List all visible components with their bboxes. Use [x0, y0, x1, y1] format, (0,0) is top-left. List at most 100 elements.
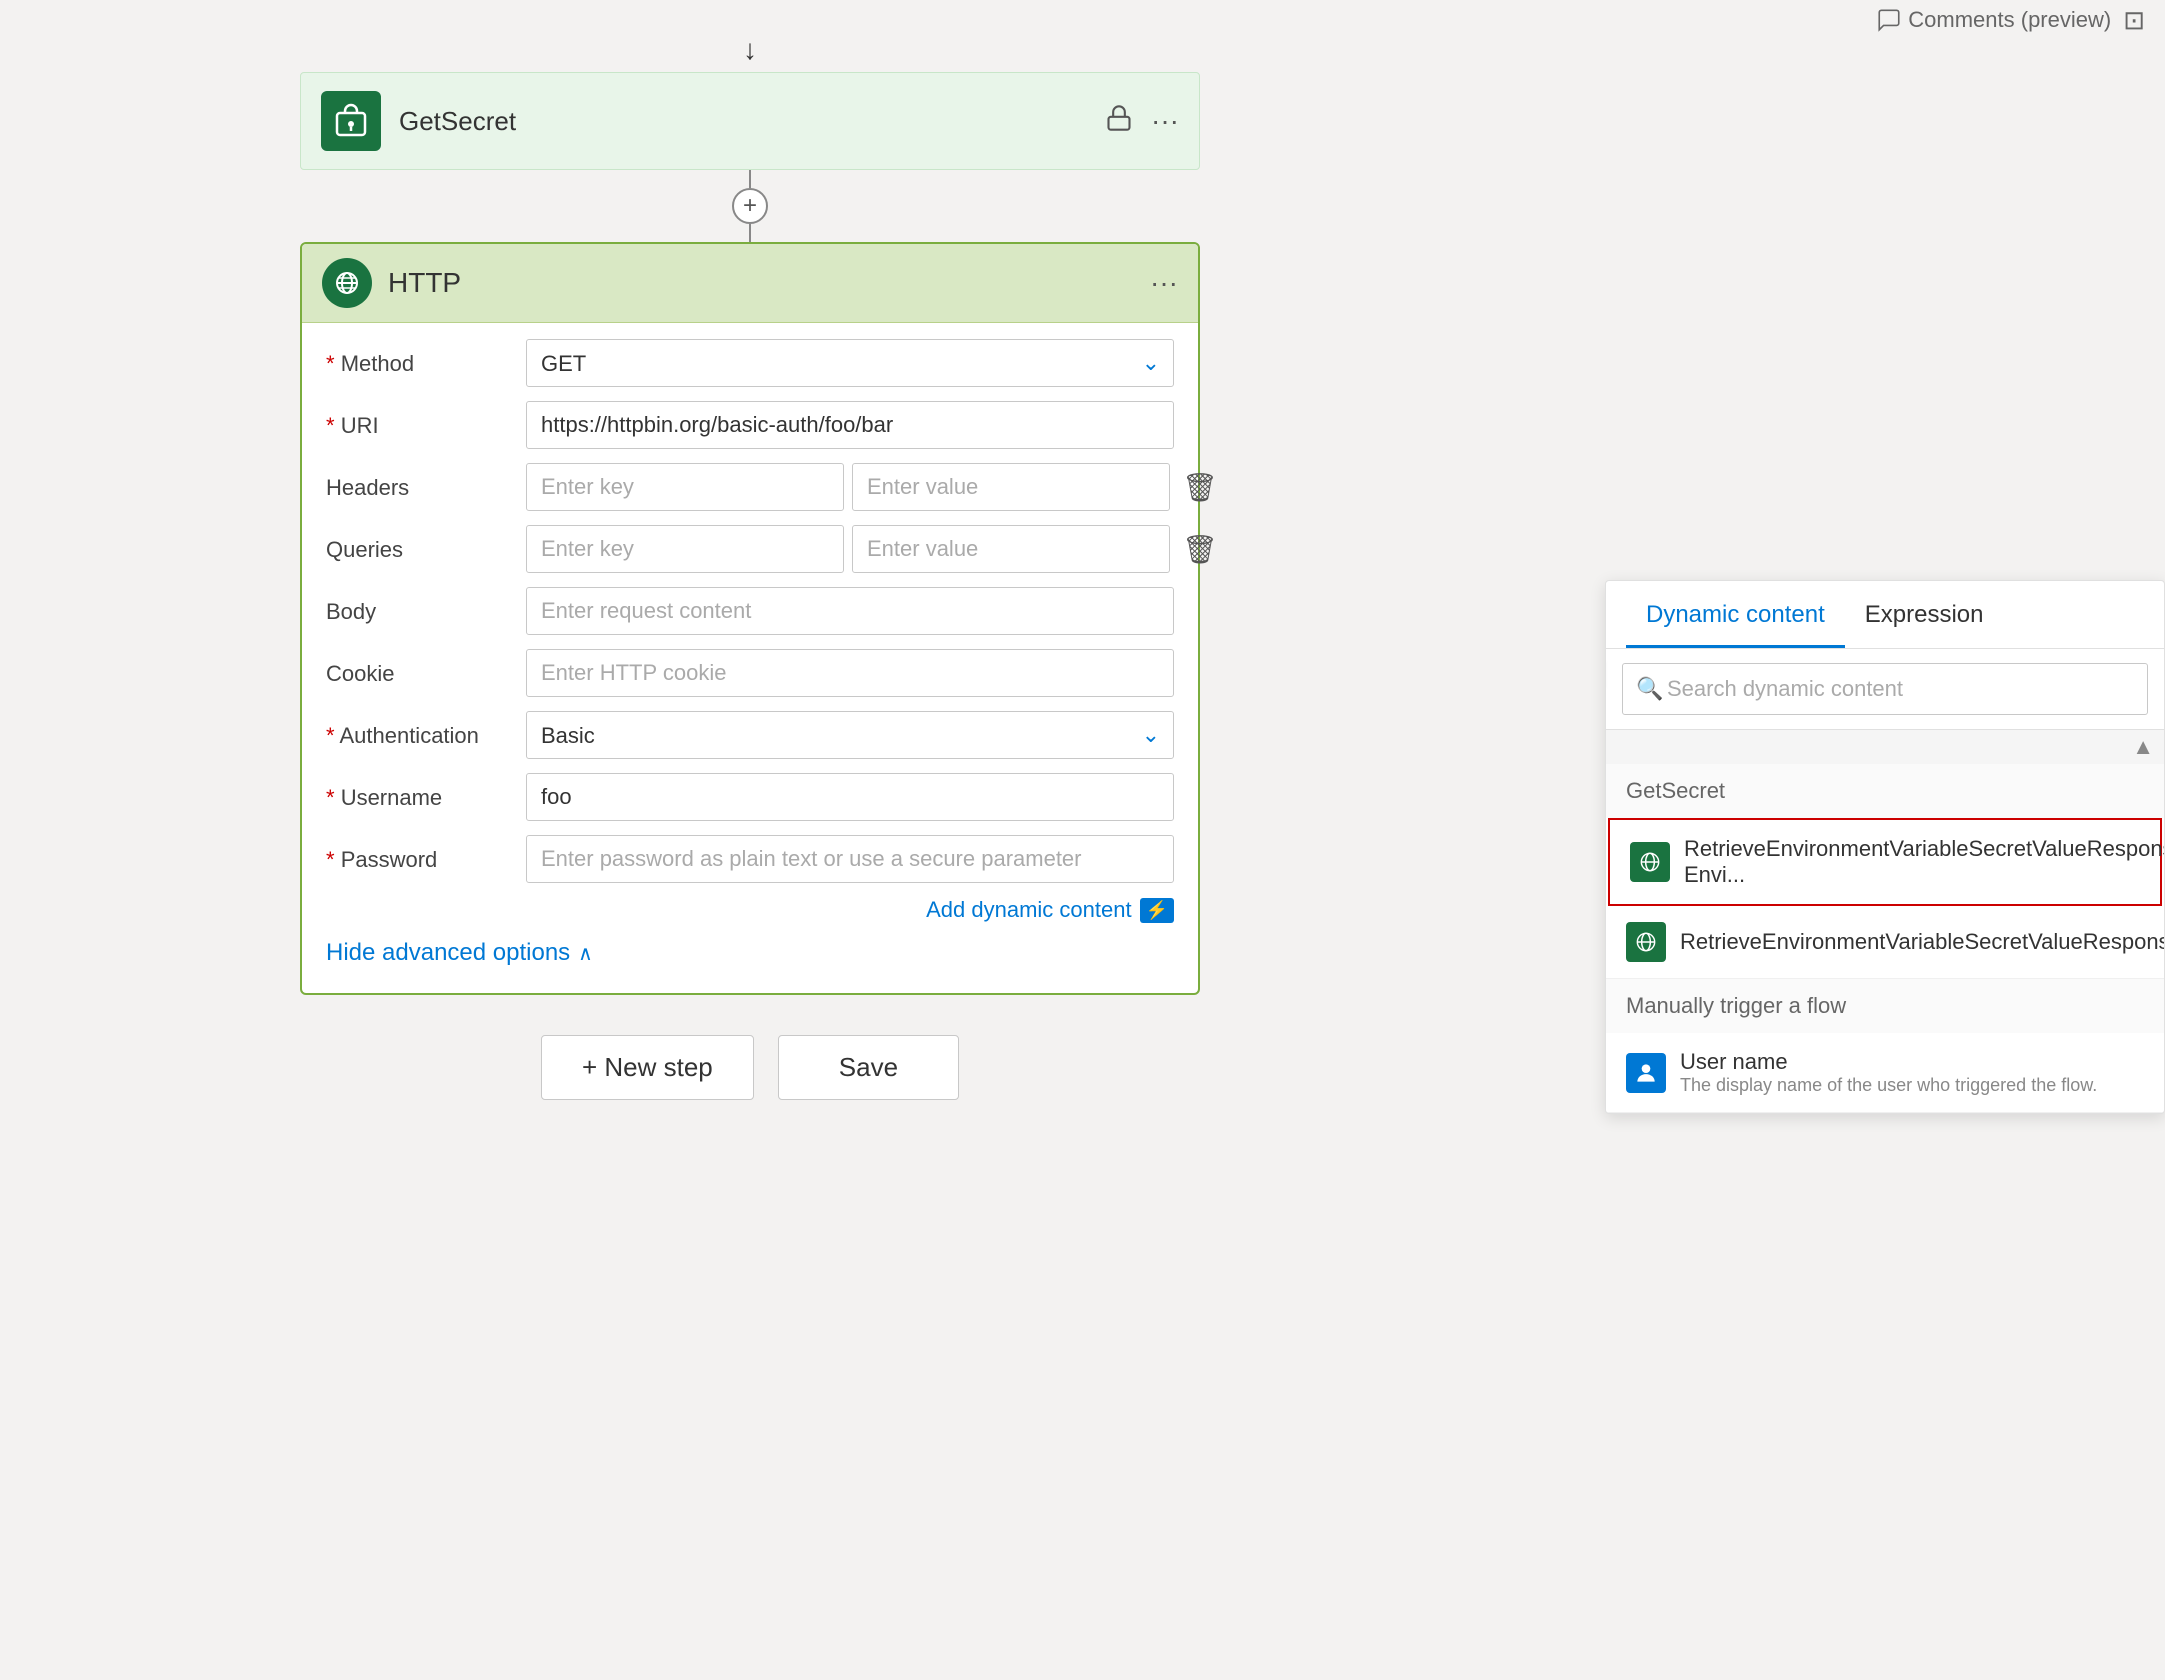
dynamic-item-2-text: RetrieveEnvironmentVariableSecretValueRe… [1680, 929, 2165, 955]
uri-label: URI [326, 401, 526, 439]
body-control [526, 587, 1174, 635]
dynamic-item-1-title: RetrieveEnvironmentVariableSecretValueRe… [1684, 836, 2165, 888]
headers-delete-icon[interactable]: 🗑 [1182, 471, 1218, 504]
method-control: GET POST PUT DELETE PATCH ⌄ [526, 339, 1174, 387]
authentication-select[interactable]: Basic None Client Credentials Active Dir… [526, 711, 1174, 759]
http-card: HTTP ··· Method GET POST PUT DELETE PATC… [300, 242, 1200, 995]
tab-dynamic-content[interactable]: Dynamic content [1626, 581, 1845, 648]
headers-control: 🗑 [526, 463, 1218, 511]
tab-expression[interactable]: Expression [1845, 581, 2004, 648]
getsecret-card[interactable]: GetSecret ··· [300, 72, 1200, 170]
method-label: Method [326, 339, 526, 377]
scroll-up-icon[interactable]: ▲ [2132, 734, 2154, 760]
body-row: Body [326, 587, 1174, 635]
password-label: Password [326, 835, 526, 873]
method-select[interactable]: GET POST PUT DELETE PATCH [526, 339, 1174, 387]
username-row: Username [326, 773, 1174, 821]
method-select-wrapper[interactable]: GET POST PUT DELETE PATCH ⌄ [526, 339, 1174, 387]
comments-label: Comments (preview) [1908, 7, 2111, 33]
headers-key-input[interactable] [526, 463, 844, 511]
uri-row: URI [326, 401, 1174, 449]
getsecret-icon [321, 91, 381, 151]
queries-delete-icon[interactable]: 🗑 [1182, 533, 1218, 566]
dynamic-item-3-icon [1626, 1053, 1666, 1093]
dynamic-search-inner: 🔍 [1622, 663, 2148, 715]
method-row: Method GET POST PUT DELETE PATCH ⌄ [326, 339, 1174, 387]
getsecret-actions: ··· [1105, 104, 1179, 139]
authentication-row: Authentication Basic None Client Credent… [326, 711, 1174, 759]
http-form-body: Method GET POST PUT DELETE PATCH ⌄ [302, 323, 1198, 993]
comments-preview[interactable]: Comments (preview) [1876, 7, 2111, 33]
dynamic-search-wrap: 🔍 [1606, 649, 2164, 730]
dynamic-content-badge: ⚡ [1140, 898, 1174, 923]
hide-advanced-label: Hide advanced options [326, 939, 570, 967]
body-input[interactable] [526, 587, 1174, 635]
dynamic-panel-tabs: Dynamic content Expression [1606, 581, 2164, 649]
headers-kv-row: 🗑 [526, 463, 1218, 511]
cookie-input[interactable] [526, 649, 1174, 697]
password-input[interactable] [526, 835, 1174, 883]
dynamic-item-3-text: User name The display name of the user w… [1680, 1049, 2144, 1096]
section-manual-trigger: Manually trigger a flow [1606, 979, 2164, 1033]
queries-key-input[interactable] [526, 525, 844, 573]
panel-pointer [1605, 661, 1606, 689]
username-control [526, 773, 1174, 821]
new-step-button[interactable]: + New step [541, 1035, 754, 1100]
headers-value-input[interactable] [852, 463, 1170, 511]
dynamic-item-1[interactable]: RetrieveEnvironmentVariableSecretValueRe… [1608, 818, 2162, 906]
add-dynamic-content-link[interactable]: Add dynamic content [926, 897, 1131, 923]
queries-value-input[interactable] [852, 525, 1170, 573]
arrow-down-icon: ↓ [738, 30, 762, 70]
dynamic-item-2-icon [1626, 922, 1666, 962]
username-label: Username [326, 773, 526, 811]
save-button[interactable]: Save [778, 1035, 959, 1100]
dynamic-item-2[interactable]: RetrieveEnvironmentVariableSecretValueRe… [1606, 906, 2164, 979]
dynamic-item-2-title: RetrieveEnvironmentVariableSecretValueRe… [1680, 929, 2165, 955]
authentication-control: Basic None Client Credentials Active Dir… [526, 711, 1174, 759]
http-icon [322, 258, 372, 308]
queries-kv-row: 🗑 [526, 525, 1218, 573]
queries-row: Queries 🗑 [326, 525, 1174, 573]
cookie-label: Cookie [326, 649, 526, 687]
uri-control [526, 401, 1174, 449]
password-row: Password [326, 835, 1174, 883]
cookie-control [526, 649, 1174, 697]
dynamic-item-3[interactable]: User name The display name of the user w… [1606, 1033, 2164, 1113]
bottom-buttons: + New step Save [541, 1035, 959, 1100]
dynamic-item-3-desc: The display name of the user who trigger… [1680, 1075, 2144, 1096]
more-options-icon[interactable]: ··· [1151, 105, 1179, 137]
dynamic-content-panel: Dynamic content Expression 🔍 ▲ GetSecret… [1605, 580, 2165, 1114]
fullscreen-icon[interactable]: ⊡ [2123, 5, 2145, 36]
http-card-header: HTTP ··· [302, 244, 1198, 323]
canvas: ↓ GetSecret ··· + [0, 0, 1500, 1680]
headers-label: Headers [326, 463, 526, 501]
chevron-up-icon: ∧ [578, 941, 593, 966]
connector: + [732, 170, 768, 242]
getsecret-title: GetSecret [399, 106, 1105, 137]
dynamic-content-row: Add dynamic content ⚡ [326, 897, 1174, 923]
dynamic-item-1-text: RetrieveEnvironmentVariableSecretValueRe… [1684, 836, 2165, 888]
lock-icon[interactable] [1105, 104, 1133, 139]
http-title: HTTP [388, 267, 1150, 299]
uri-input[interactable] [526, 401, 1174, 449]
cookie-row: Cookie [326, 649, 1174, 697]
password-control [526, 835, 1174, 883]
dynamic-search-input[interactable] [1622, 663, 2148, 715]
username-input[interactable] [526, 773, 1174, 821]
headers-row: Headers 🗑 [326, 463, 1174, 511]
http-more-options-icon[interactable]: ··· [1150, 267, 1178, 299]
queries-label: Queries [326, 525, 526, 563]
search-icon: 🔍 [1636, 676, 1663, 702]
queries-control: 🗑 [526, 525, 1218, 573]
connector-line-bottom [749, 224, 751, 242]
connector-line-top [749, 170, 751, 188]
top-bar: Comments (preview) ⊡ [1865, 0, 2165, 40]
authentication-label: Authentication [326, 711, 526, 749]
add-step-button[interactable]: + [732, 188, 768, 224]
section-getsecret: GetSecret [1606, 764, 2164, 818]
hide-advanced-options-button[interactable]: Hide advanced options ∧ [326, 929, 1174, 983]
auth-select-wrapper[interactable]: Basic None Client Credentials Active Dir… [526, 711, 1174, 759]
dynamic-item-3-title: User name [1680, 1049, 2144, 1075]
body-label: Body [326, 587, 526, 625]
dynamic-item-1-icon [1630, 842, 1670, 882]
